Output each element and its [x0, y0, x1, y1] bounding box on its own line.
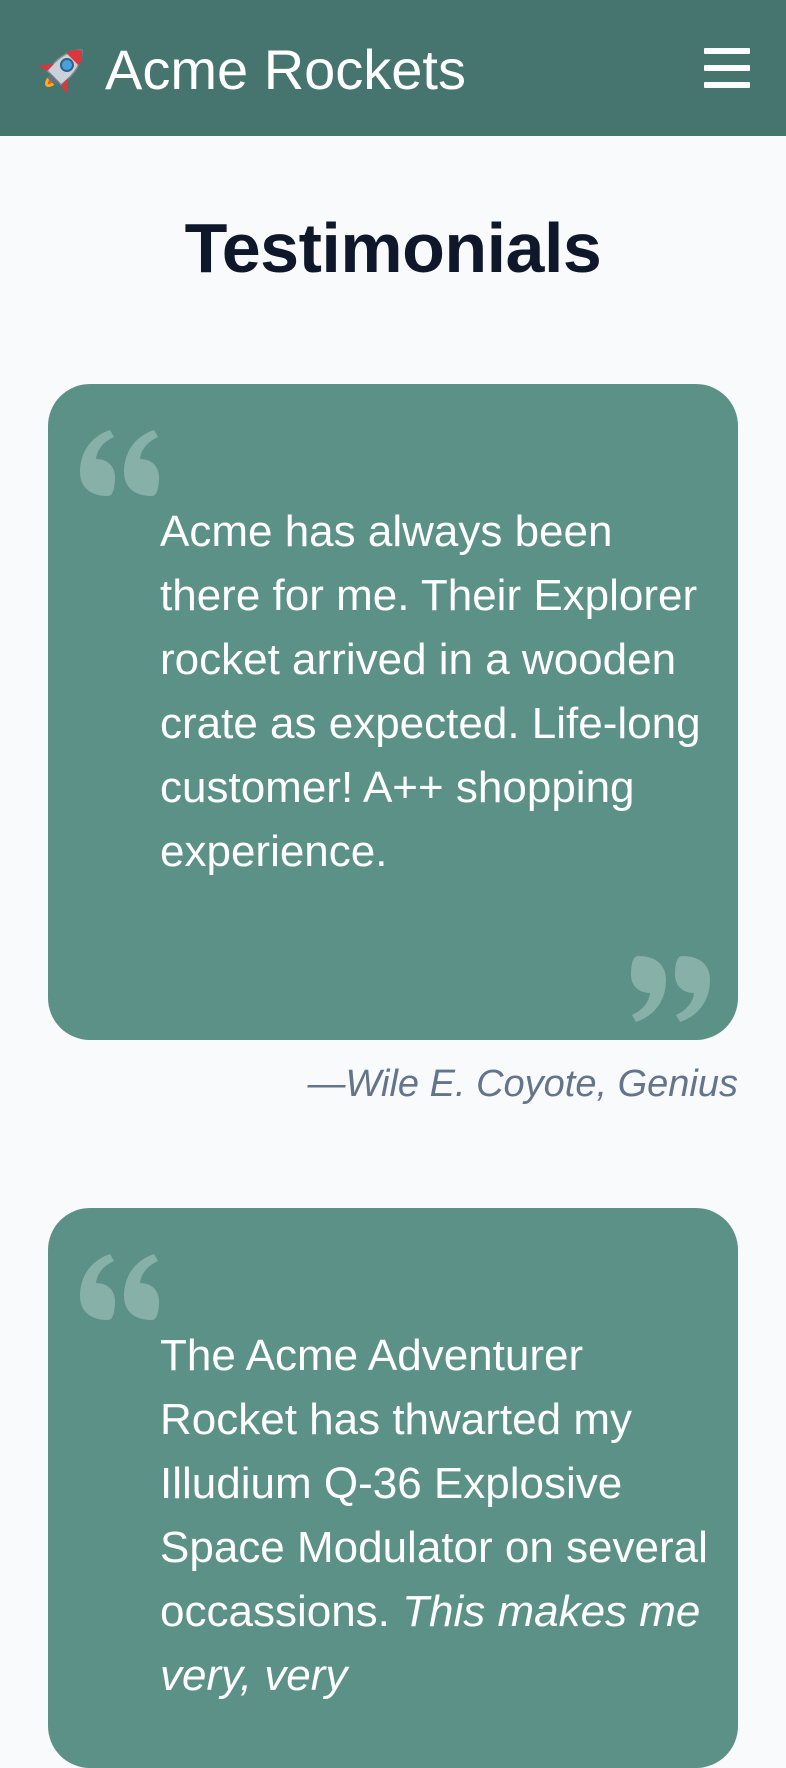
menu-button[interactable] — [700, 44, 752, 92]
testimonial-card: Acme has always been there for me. Their… — [48, 384, 738, 1040]
testimonial-card: The Acme Adventurer Rocket has thwarted … — [48, 1208, 738, 1768]
top-navigation-bar: Acme Rockets — [0, 0, 786, 136]
hamburger-menu-icon — [704, 48, 750, 54]
testimonial-quote: Acme has always been there for me. Their… — [160, 507, 701, 876]
brand-name[interactable]: Acme Rockets — [105, 34, 466, 106]
rocket-icon — [37, 49, 83, 95]
testimonial-quote: The Acme Adventurer Rocket has thwarted … — [160, 1324, 720, 1708]
open-quote-icon — [80, 430, 159, 496]
hamburger-menu-icon — [704, 82, 750, 88]
hamburger-menu-icon — [704, 65, 750, 71]
testimonial-attribution: —Wile E. Coyote, Genius — [307, 1063, 739, 1105]
page-title: Testimonials — [184, 209, 602, 287]
open-quote-icon — [80, 1254, 159, 1320]
close-quote-icon — [631, 956, 710, 1022]
